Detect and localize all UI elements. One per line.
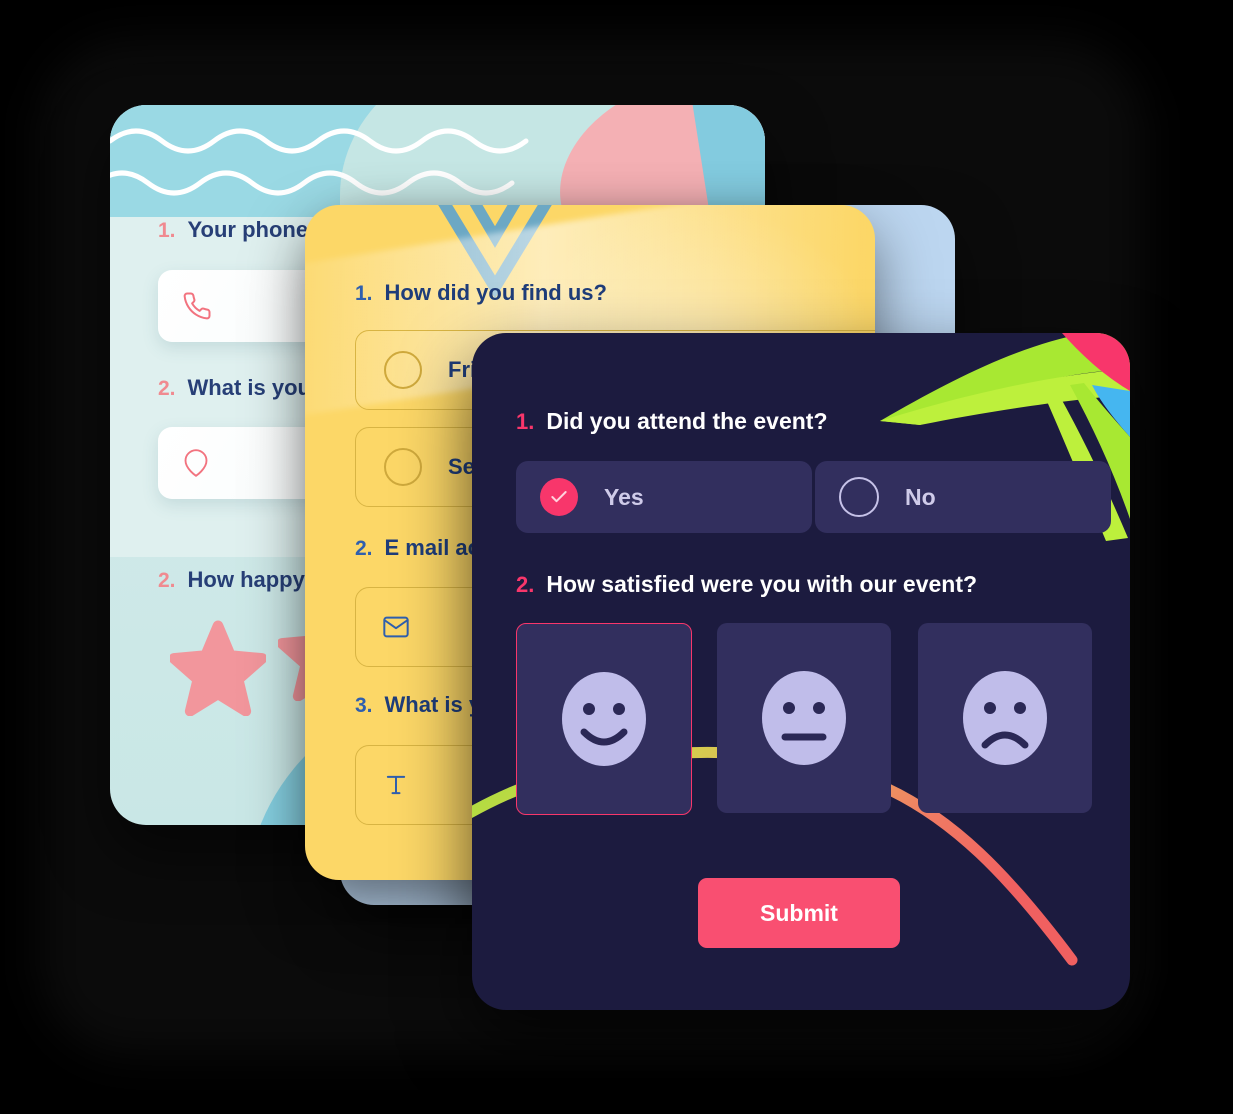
happy-face-icon: [562, 672, 646, 766]
yellow-question-3-text: What is y: [384, 692, 482, 717]
dark-question-2-text: How satisfied were you with our event?: [546, 571, 978, 597]
teal-question-3: 2. How happy: [158, 567, 305, 593]
teal-question-2: 2. What is you: [158, 375, 311, 401]
satisfaction-option-neutral[interactable]: [717, 623, 891, 813]
yellow-question-1-text: How did you find us?: [384, 280, 607, 305]
wave-lines-icon: [110, 128, 529, 196]
screenshot-stage: 1. Your phone 2. What is you 2. How happ…: [0, 0, 1233, 1114]
sad-face-icon: [963, 671, 1047, 765]
location-pin-icon: [184, 449, 208, 477]
dark-question-1-text: Did you attend the event?: [546, 408, 828, 434]
teal-question-1: 1. Your phone: [158, 217, 308, 243]
text-format-icon: [386, 775, 406, 795]
yellow-question-2-number: 2.: [355, 537, 373, 560]
survey-card-dark[interactable]: 1. Did you attend the event? Yes No 2. H…: [472, 333, 1130, 1010]
dark-question-1-number: 1.: [516, 409, 535, 434]
answer-no-label: No: [905, 483, 936, 510]
dark-question-2-number: 2.: [516, 572, 535, 597]
check-icon: [551, 491, 567, 503]
yellow-question-2: 2. E mail ac: [355, 535, 480, 561]
teal-question-1-number: 1.: [158, 219, 176, 242]
yellow-question-3: 3. What is y: [355, 692, 481, 718]
star-icon: [170, 620, 266, 716]
yellow-question-1-number: 1.: [355, 282, 373, 305]
dark-question-2: 2. How satisfied were you with our event…: [516, 571, 977, 598]
teal-question-2-number: 2.: [158, 377, 176, 400]
yellow-question-3-number: 3.: [355, 694, 373, 717]
yellow-question-1: 1. How did you find us?: [355, 280, 607, 306]
yellow-question-2-text: E mail ac: [384, 535, 480, 560]
answer-no-button[interactable]: No: [815, 461, 1111, 533]
radio-selected-check-icon: [540, 478, 578, 516]
answer-yes-button[interactable]: Yes: [516, 461, 812, 533]
satisfaction-option-happy[interactable]: [516, 623, 692, 815]
teal-question-3-text: How happy: [187, 567, 305, 592]
satisfaction-option-sad[interactable]: [918, 623, 1092, 813]
teal-question-3-number: 2.: [158, 569, 176, 592]
envelope-icon: [383, 616, 409, 638]
teal-question-2-text: What is you: [187, 375, 311, 400]
radio-unselected-icon: [384, 351, 422, 389]
radio-unselected-icon: [839, 477, 879, 517]
neutral-face-icon: [762, 671, 846, 765]
teal-question-1-text: Your phone: [187, 217, 309, 242]
answer-yes-label: Yes: [604, 483, 644, 510]
phone-icon: [183, 292, 211, 320]
dark-question-1: 1. Did you attend the event?: [516, 408, 828, 435]
submit-button[interactable]: Submit: [698, 878, 900, 948]
radio-unselected-icon: [384, 448, 422, 486]
